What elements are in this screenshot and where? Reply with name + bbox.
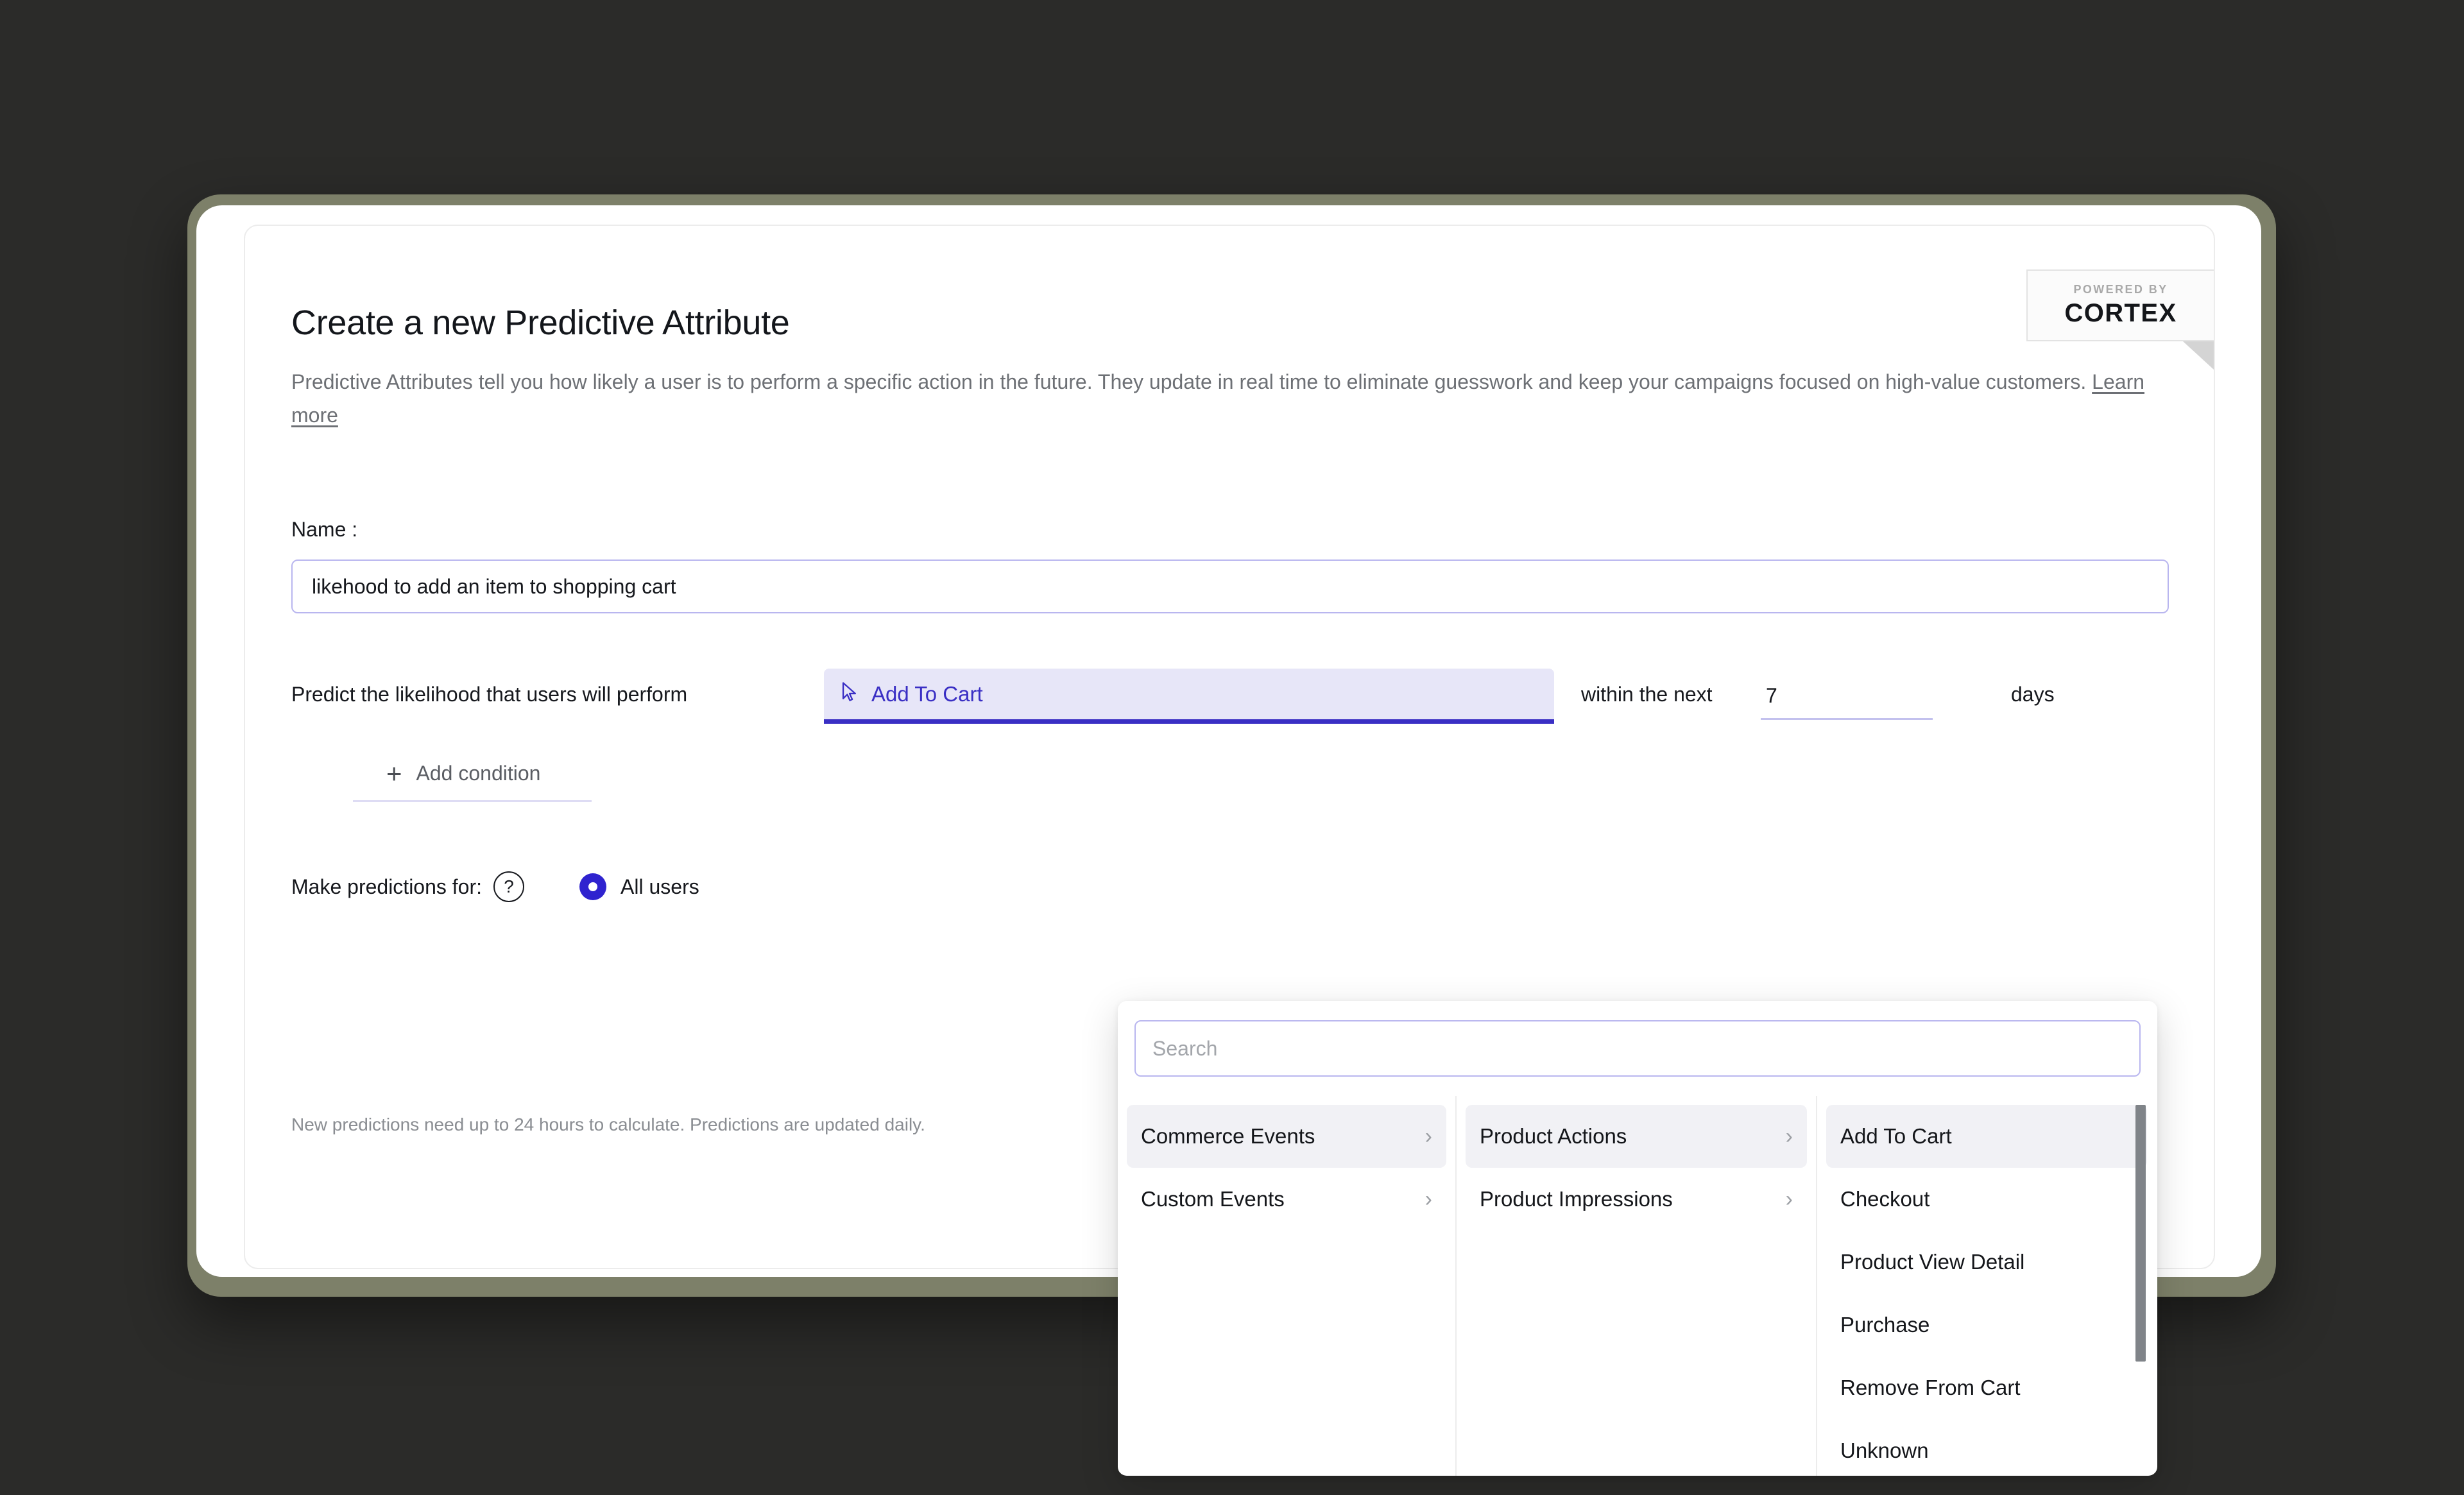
menu-item[interactable]: Purchase: [1826, 1294, 2147, 1356]
menu-column-events: Add To Cart Checkout Product View Detail Pu…: [1817, 1096, 2156, 1476]
make-predictions-for-row: Make predictions for: ? All users: [291, 867, 699, 906]
add-condition-button[interactable]: + Add condition: [353, 747, 592, 802]
event-selector-chip[interactable]: Add To Cart: [824, 669, 1554, 724]
radio-option-label: All users: [620, 875, 699, 898]
event-selector-value: Add To Cart: [871, 681, 983, 706]
menu-item[interactable]: Unknown: [1826, 1419, 2147, 1476]
menu-item[interactable]: Product Actions ›: [1466, 1105, 1807, 1168]
cursor-pointer-icon: [841, 681, 860, 706]
page-description: Predictive Attributes tell you how likel…: [291, 366, 2159, 432]
menu-item[interactable]: Remove From Cart: [1826, 1356, 2147, 1419]
menu-item-label: Checkout: [1840, 1187, 1930, 1211]
chevron-right-icon: ›: [1785, 1187, 1793, 1211]
predict-prefix-label: Predict the likelihood that users will p…: [291, 683, 688, 706]
description-text: Predictive Attributes tell you how likel…: [291, 370, 2092, 393]
search-input[interactable]: [1134, 1020, 2141, 1077]
days-unit-label: days: [2011, 683, 2055, 706]
menu-item[interactable]: Commerce Events ›: [1127, 1105, 1446, 1168]
menu-item-label: Add To Cart: [1840, 1124, 1952, 1148]
menu-column-subcategories: Product Actions › Product Impressions ›: [1457, 1096, 1817, 1476]
menu-item-label: Unknown: [1840, 1439, 1929, 1462]
menu-item-label: Product View Detail: [1840, 1250, 2025, 1274]
events-scrollbar[interactable]: [2135, 1105, 2146, 1465]
menu-item-label: Purchase: [1840, 1313, 1930, 1337]
add-condition-label: Add condition: [416, 762, 541, 785]
name-field-label: Name :: [291, 518, 358, 541]
predictive-attribute-card: POWERED BY CORTEX Create a new Predictiv…: [244, 225, 2215, 1476]
powered-by-cortex-badge: POWERED BY CORTEX: [2026, 269, 2214, 341]
chevron-right-icon: ›: [1425, 1124, 1432, 1149]
event-picker-dropdown: Commerce Events › Custom Events › Product A…: [1118, 1001, 2157, 1476]
badge-fold-corner: [2183, 341, 2214, 370]
menu-item[interactable]: Checkout: [1826, 1168, 2147, 1231]
make-predictions-for-label: Make predictions for:: [291, 875, 483, 898]
chevron-right-icon: ›: [1425, 1187, 1432, 1211]
page-title: Create a new Predictive Attribute: [291, 303, 790, 342]
question-mark-icon[interactable]: ?: [493, 871, 525, 902]
menu-item[interactable]: Product View Detail: [1826, 1231, 2147, 1294]
chevron-right-icon: ›: [1785, 1124, 1793, 1149]
predict-row: Predict the likelihood that users will p…: [291, 669, 2171, 726]
menu-item[interactable]: Custom Events ›: [1127, 1168, 1446, 1231]
menu-item-label: Remove From Cart: [1840, 1376, 2021, 1399]
menu-item-label: Product Impressions: [1480, 1187, 1673, 1211]
menu-item-label: Custom Events: [1141, 1187, 1285, 1211]
badge-powered-by-label: POWERED BY: [2073, 283, 2168, 296]
menu-item[interactable]: Add To Cart: [1826, 1105, 2147, 1168]
plus-icon: +: [386, 758, 402, 789]
badge-brand-label: CORTEX: [2064, 299, 2177, 327]
menu-item-label: Product Actions: [1480, 1124, 1627, 1148]
menu-item-label: Commerce Events: [1141, 1124, 1315, 1148]
within-next-label: within the next: [1581, 683, 1713, 706]
menu-column-categories: Commerce Events › Custom Events ›: [1118, 1096, 1457, 1476]
menu-columns: Commerce Events › Custom Events › Product A…: [1118, 1096, 2157, 1476]
radio-indicator: [579, 873, 607, 900]
events-scrollbar-thumb[interactable]: [2135, 1105, 2146, 1362]
name-input[interactable]: [291, 560, 2169, 613]
radio-option-all-users[interactable]: All users: [579, 873, 699, 900]
menu-item[interactable]: Product Impressions ›: [1466, 1168, 1807, 1231]
days-input[interactable]: [1761, 674, 1933, 720]
